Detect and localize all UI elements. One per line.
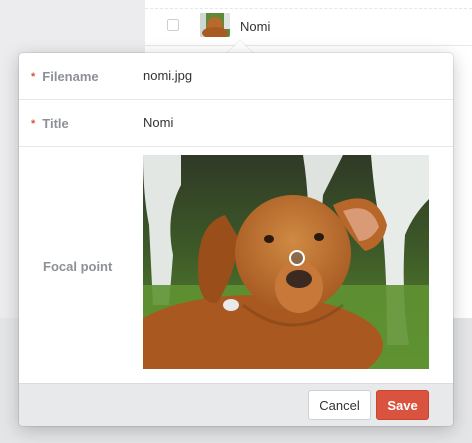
focal-point-marker[interactable] <box>289 250 305 266</box>
popover-caret <box>226 40 254 54</box>
title-row: * Title Nomi <box>19 100 453 147</box>
required-icon: * <box>31 118 36 130</box>
save-button[interactable]: Save <box>376 390 429 420</box>
focal-point-label: Focal point <box>43 259 113 274</box>
filename-label: * Filename <box>31 69 99 84</box>
title-label-text: Title <box>42 116 69 131</box>
focal-point-row: Focal point <box>19 147 453 383</box>
filename-label-text: Filename <box>42 69 99 84</box>
row-checkbox[interactable] <box>167 19 179 31</box>
row-thumbnail[interactable] <box>200 13 230 37</box>
table-row[interactable] <box>145 8 472 46</box>
edit-image-dialog: * Filename nomi.jpg * Title Nomi Focal poi… <box>19 53 453 426</box>
title-field[interactable]: Nomi <box>143 115 173 130</box>
required-icon: * <box>31 71 36 83</box>
dialog-footer: Cancel Save <box>19 383 453 426</box>
cancel-button[interactable]: Cancel <box>308 390 371 420</box>
filename-row: * Filename nomi.jpg <box>19 53 453 100</box>
title-label: * Title <box>31 116 69 131</box>
filename-field[interactable]: nomi.jpg <box>143 68 192 83</box>
focal-point-image[interactable] <box>143 155 429 369</box>
row-name[interactable]: Nomi <box>240 19 270 34</box>
